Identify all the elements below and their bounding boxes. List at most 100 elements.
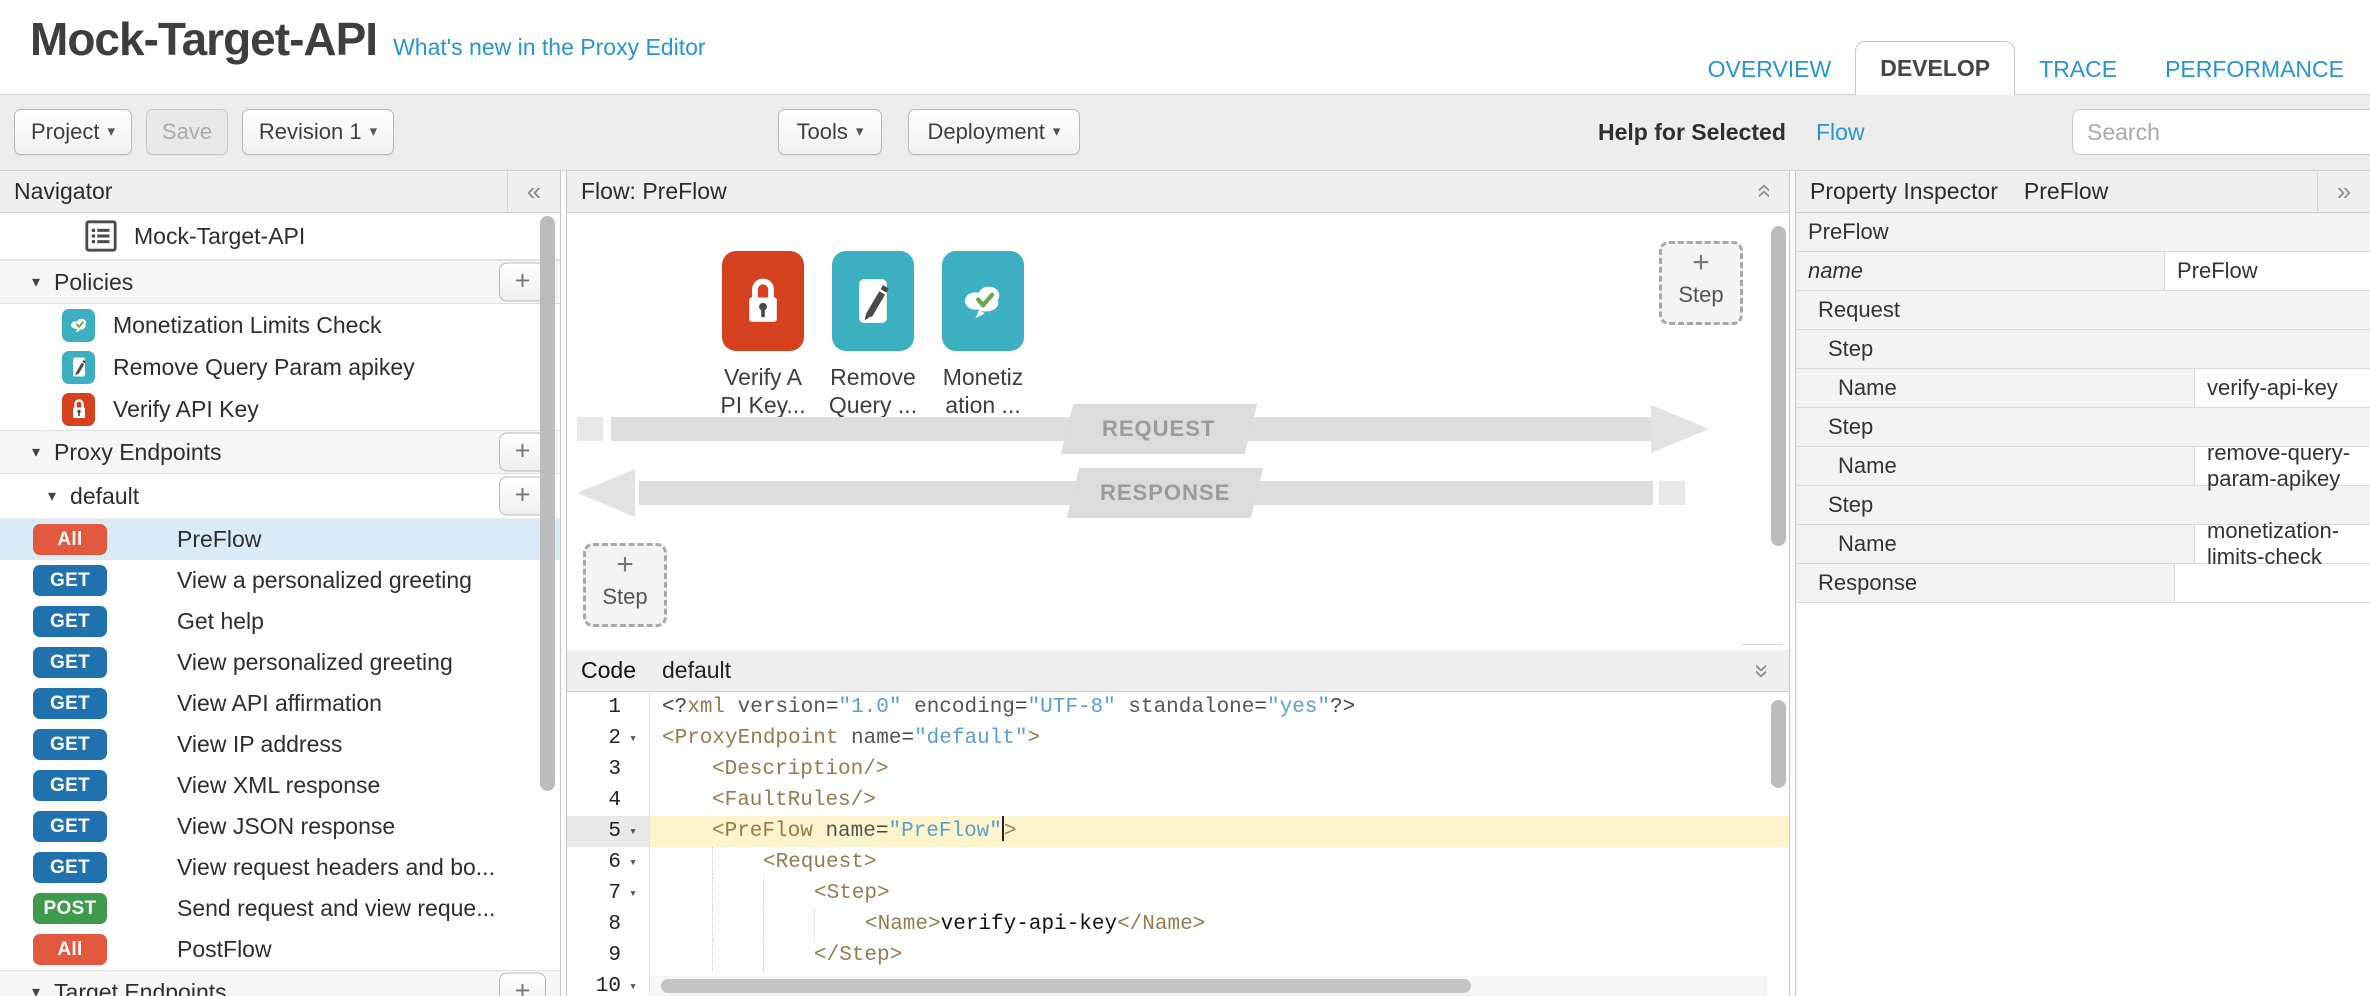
navigator-section-policies[interactable]: ▾Policies+ xyxy=(0,260,560,304)
code-gutter: 10▾ xyxy=(567,971,650,996)
search-input[interactable] xyxy=(2072,109,2370,155)
inspector-row-name: Namemonetization-limits-check xyxy=(1796,525,2370,564)
flow-item-postflow[interactable]: AllPostFlow xyxy=(0,929,560,970)
fold-spacer xyxy=(621,909,645,940)
code-line-6[interactable]: 6▾<Request> xyxy=(567,847,1789,878)
flow-item-view-json-response[interactable]: GETView JSON response xyxy=(0,806,560,847)
policy-item-remove-query-param-apikey[interactable]: Remove Query Param apikey xyxy=(0,346,560,388)
code-token: version xyxy=(738,696,826,719)
code-line-3[interactable]: 3<Description/> xyxy=(567,754,1789,785)
fold-arrow-icon[interactable]: ▾ xyxy=(621,723,645,754)
inspector-value[interactable]: remove-query-param-apikey xyxy=(2195,447,2370,485)
code-line-5[interactable]: 5▾<PreFlow name="PreFlow"> xyxy=(567,816,1789,847)
flow-item-label: View JSON response xyxy=(177,813,395,840)
add-button[interactable]: + xyxy=(499,433,546,472)
inspector-key: name xyxy=(1796,252,2165,290)
flow-item-get-help[interactable]: GETGet help xyxy=(0,601,560,642)
indent-guide xyxy=(763,878,814,909)
indent-guide xyxy=(662,909,712,940)
tab-trace[interactable]: TRACE xyxy=(2015,43,2141,95)
tools-dropdown[interactable]: Tools ▾ xyxy=(778,109,882,155)
fold-arrow-icon[interactable]: ▾ xyxy=(621,847,645,878)
code-token: <FaultRules/> xyxy=(712,789,876,812)
inspector-value[interactable] xyxy=(2175,564,2370,602)
add-step-button-bottom[interactable]: + Step xyxy=(583,543,667,627)
save-button[interactable]: Save xyxy=(146,109,228,155)
tab-overview[interactable]: OVERVIEW xyxy=(1684,43,1856,95)
pencil-icon xyxy=(832,251,914,351)
code-editor[interactable]: 1<?xml version="1.0" encoding="UTF-8" st… xyxy=(567,692,1789,996)
add-button[interactable]: + xyxy=(499,973,546,996)
code-line-9[interactable]: 9</Step> xyxy=(567,940,1789,971)
flow-scrollbar[interactable] xyxy=(1771,226,1786,546)
code-line-7[interactable]: 7▾<Step> xyxy=(567,878,1789,909)
deployment-dropdown[interactable]: Deployment ▾ xyxy=(908,109,1080,155)
tab-performance[interactable]: PERFORMANCE xyxy=(2141,43,2368,95)
policy-item-verify-api-key[interactable]: Verify API Key xyxy=(0,388,560,430)
flow-step-monetization-limits-check[interactable]: Monetization ... xyxy=(923,251,1043,419)
flow-item-label: Send request and view reque... xyxy=(177,895,495,922)
tab-develop[interactable]: DEVELOP xyxy=(1855,41,2015,95)
project-dropdown[interactable]: Project ▾ xyxy=(14,109,132,155)
indent-guide xyxy=(662,940,712,971)
navigator-section-label: Proxy Endpoints xyxy=(54,439,221,466)
code-line-content: <?xml version="1.0" encoding="UTF-8" sta… xyxy=(650,692,1789,723)
code-line-content: <Request> xyxy=(650,847,1789,878)
code-horizontal-scrollbar[interactable] xyxy=(661,979,1471,993)
expand-inspector-button[interactable]: » xyxy=(2317,171,2370,212)
code-line-2[interactable]: 2▾<ProxyEndpoint name="default"> xyxy=(567,723,1789,754)
navigator-section-default[interactable]: ▾default+ xyxy=(0,474,560,519)
inspector-value[interactable]: verify-api-key xyxy=(2195,369,2370,407)
code-token: "yes" xyxy=(1267,696,1330,719)
add-button[interactable]: + xyxy=(499,477,546,516)
code-vertical-scrollbar[interactable] xyxy=(1771,700,1786,788)
code-line-8[interactable]: 8<Name>verify-api-key</Name> xyxy=(567,909,1789,940)
flow-step-label: Monetization ... xyxy=(923,363,1043,419)
code-gutter: 7▾ xyxy=(567,878,650,909)
property-inspector-title: Property Inspector xyxy=(1796,178,1998,205)
whats-new-link[interactable]: What's new in the Proxy Editor xyxy=(393,34,705,61)
navigator-section-target-endpoints[interactable]: ▾Target Endpoints+ xyxy=(0,970,560,996)
flow-step-verify-api-key[interactable]: Verify API Key... xyxy=(703,251,823,419)
flow-item-view-request-headers-and-bo-[interactable]: GETView request headers and bo... xyxy=(0,847,560,888)
flow-item-view-personalized-greeting[interactable]: GETView personalized greeting xyxy=(0,642,560,683)
line-number: 4 xyxy=(567,785,621,816)
inspector-value[interactable]: monetization-limits-check xyxy=(2195,525,2370,563)
flow-item-view-a-personalized-greeting[interactable]: GETView a personalized greeting xyxy=(0,560,560,601)
content: Navigator « Mock-Target-API▾Policies+Mon… xyxy=(0,171,2370,996)
fold-arrow-icon[interactable]: ▾ xyxy=(621,971,645,996)
policy-item-monetization-limits-check[interactable]: Monetization Limits Check xyxy=(0,304,560,346)
code-line-4[interactable]: 4 <FaultRules/> xyxy=(567,785,1789,816)
collapse-flow-button[interactable]: » xyxy=(1742,165,1783,218)
flow-item-preflow[interactable]: AllPreFlow xyxy=(0,519,560,560)
flow-item-label: View XML response xyxy=(177,772,380,799)
code-token: xml xyxy=(687,696,725,719)
navigator-scrollbar[interactable] xyxy=(540,216,555,791)
fold-arrow-icon[interactable]: ▾ xyxy=(621,816,645,847)
flow-item-send-request-and-view-reque-[interactable]: POSTSend request and view reque... xyxy=(0,888,560,929)
request-label: REQUEST xyxy=(1061,404,1257,454)
code-line-content: <ProxyEndpoint name="default"> xyxy=(650,723,1789,754)
navigator-section-proxy-endpoints[interactable]: ▾ Proxy Endpoints + xyxy=(0,430,560,474)
collapse-code-button[interactable]: » xyxy=(1742,644,1783,697)
navigator-item-mock-target-api[interactable]: Mock-Target-API xyxy=(0,213,560,260)
triangle-down-icon: ▾ xyxy=(32,442,40,462)
dropdown-arrow-icon: ▾ xyxy=(107,110,115,154)
flow-step-remove-query-param-apikey[interactable]: RemoveQuery ... xyxy=(813,251,933,419)
navigator-section-label: Target Endpoints xyxy=(54,979,227,996)
flow-item-view-api-affirmation[interactable]: GETView API affirmation xyxy=(0,683,560,724)
collapse-navigator-button[interactable]: « xyxy=(507,171,560,212)
inspector-value[interactable]: PreFlow xyxy=(2165,252,2370,290)
add-button[interactable]: + xyxy=(499,263,546,302)
inspector-section-label: PreFlow xyxy=(1796,219,1889,245)
add-step-button-top[interactable]: + Step xyxy=(1659,241,1743,325)
code-line-1[interactable]: 1<?xml version="1.0" encoding="UTF-8" st… xyxy=(567,692,1789,723)
code-gutter: 5▾ xyxy=(567,816,650,847)
flow-item-view-ip-address[interactable]: GETView IP address xyxy=(0,724,560,765)
dropdown-arrow-icon: ▾ xyxy=(1053,110,1061,154)
revision-dropdown[interactable]: Revision 1 ▾ xyxy=(242,109,394,155)
flow-item-view-xml-response[interactable]: GETView XML response xyxy=(0,765,560,806)
code-panel-title: Code xyxy=(567,657,636,684)
flow-help-link[interactable]: Flow xyxy=(1816,109,1865,155)
fold-arrow-icon[interactable]: ▾ xyxy=(621,878,645,909)
